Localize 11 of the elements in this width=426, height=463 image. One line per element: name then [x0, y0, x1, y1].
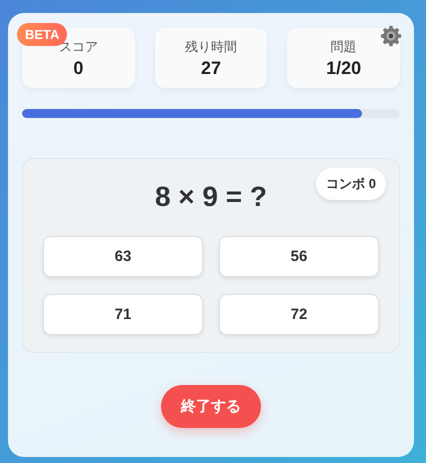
answer-button[interactable]: 72: [219, 294, 379, 335]
question-text: 8 × 9 = ?: [154, 180, 268, 214]
answer-button[interactable]: 56: [219, 236, 379, 277]
answer-button[interactable]: 63: [43, 236, 203, 277]
stat-label: 残り時間: [185, 38, 237, 56]
answer-button[interactable]: 71: [43, 294, 203, 335]
stat-value: 27: [200, 58, 222, 78]
combo-badge: コンボ 0: [316, 168, 386, 200]
stat-value: 1/20: [326, 58, 362, 78]
stat-label: 問題: [330, 38, 357, 56]
stat-value: 0: [73, 58, 84, 78]
